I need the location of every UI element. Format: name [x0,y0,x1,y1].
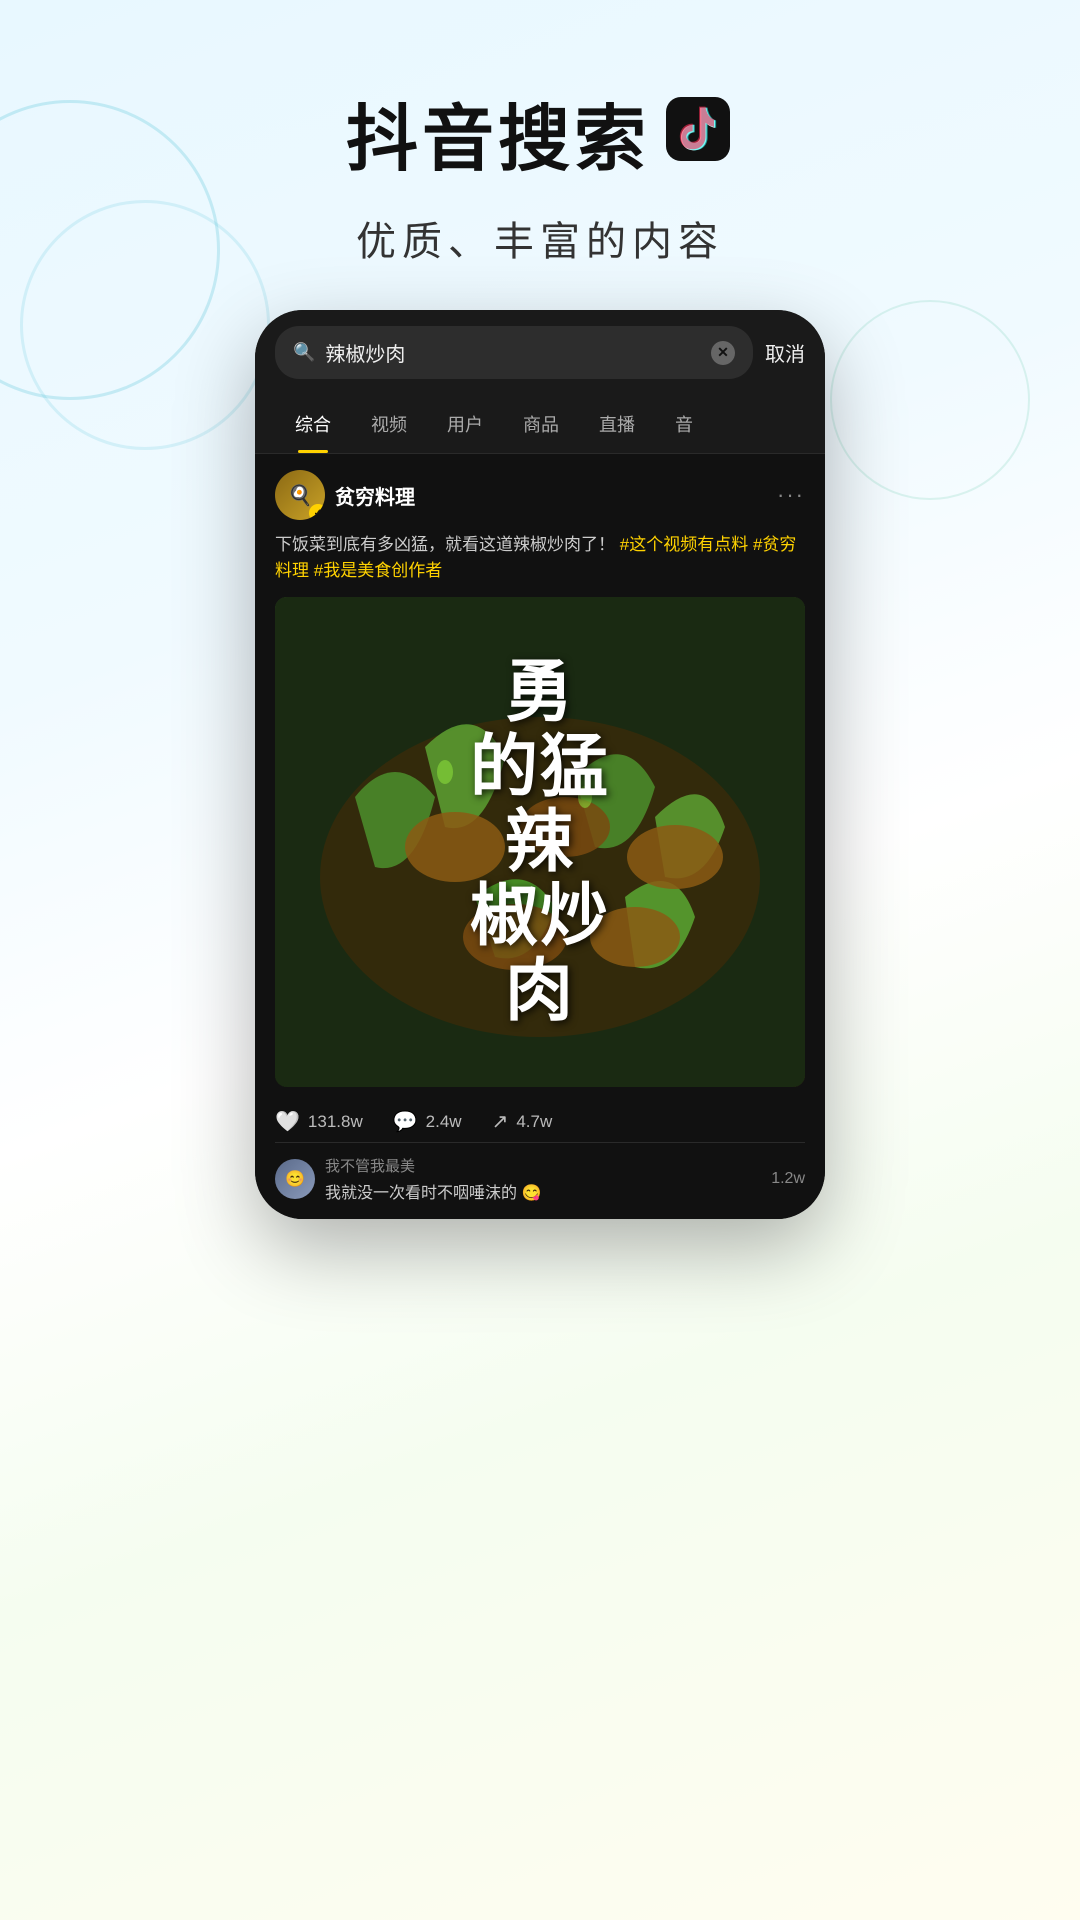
search-bar: 🔍 辣椒炒肉 ✕ 取消 [255,310,825,395]
video-thumbnail[interactable]: 🤍 点赞较多 勇的猛辣椒炒肉 @贫穷料理 [275,597,805,1087]
tab-直播[interactable]: 直播 [579,395,655,453]
search-clear-button[interactable]: ✕ [711,341,735,365]
tabs-row: 综合 视频 用户 商品 直播 音 [255,395,825,454]
shares-count: 4.7w [516,1112,552,1132]
content-area: 🍳 ✓ 贫穷料理 ··· 下饭菜到底有多凶猛，就看这道辣椒炒肉了！ #这个视频有… [255,454,825,1219]
title-row: 抖音搜索 [0,80,1080,185]
comment-count: 1.2w [771,1170,805,1188]
post-desc-text: 下饭菜到底有多凶猛，就看这道辣椒炒肉了！ [275,535,615,554]
comment-username: 我不管我最美 [325,1155,761,1176]
header-area: 抖音搜索 优质、丰富的内容 [0,0,1080,267]
hashtag-3[interactable]: #我是美食创作者 [314,561,442,580]
comment-icon: 💬 [393,1109,418,1134]
stat-likes[interactable]: 🤍 131.8w [275,1109,363,1134]
phone-mockup: 🔍 辣椒炒肉 ✕ 取消 综合 视频 用户 商品 直播 音 [255,310,825,1219]
more-options-button[interactable]: ··· [777,482,805,508]
stat-comments[interactable]: 💬 2.4w [393,1109,462,1134]
verified-badge: ✓ [309,504,325,520]
search-icon: 🔍 [293,342,315,363]
tab-综合[interactable]: 综合 [275,395,351,453]
subtitle: 优质、丰富的内容 [0,209,1080,267]
comment-avatar: 😊 [275,1159,315,1199]
tab-用户[interactable]: 用户 [427,395,503,453]
user-avatar: 🍳 ✓ [275,470,325,520]
like-icon: 🤍 [275,1109,300,1134]
post-description: 下饭菜到底有多凶猛，就看这道辣椒炒肉了！ #这个视频有点料 #贫穷料理 #我是美… [275,532,805,583]
hashtag-1[interactable]: #这个视频有点料 [620,535,748,554]
tab-视频[interactable]: 视频 [351,395,427,453]
comments-count: 2.4w [426,1112,462,1132]
bg-decoration-3 [830,300,1030,500]
app-title: 抖音搜索 [346,80,650,185]
search-cancel-button[interactable]: 取消 [765,338,805,367]
video-title-overlay: 勇的猛辣椒炒肉 [275,597,805,1087]
tab-商品[interactable]: 商品 [503,395,579,453]
comment-body: 我就没一次看时不咽唾沫的 😋 [325,1179,761,1203]
username: 贫穷料理 [335,481,415,510]
post-user-info[interactable]: 🍳 ✓ 贫穷料理 [275,470,415,520]
tab-音[interactable]: 音 [655,395,713,453]
comment-text-column: 我不管我最美 我就没一次看时不咽唾沫的 😋 [325,1155,761,1203]
likes-count: 131.8w [308,1112,363,1132]
stat-shares[interactable]: ↗ 4.7w [492,1109,553,1134]
share-icon: ↗ [492,1109,509,1134]
search-input-wrap[interactable]: 🔍 辣椒炒肉 ✕ [275,326,753,379]
stats-row: 🤍 131.8w 💬 2.4w ↗ 4.7w [275,1101,805,1142]
video-bg: 🤍 点赞较多 勇的猛辣椒炒肉 @贫穷料理 [275,597,805,1087]
post-header: 🍳 ✓ 贫穷料理 ··· [275,470,805,520]
video-title-text: 勇的猛辣椒炒肉 [470,655,610,1029]
tiktok-logo-icon [662,97,734,169]
comment-preview: 😊 我不管我最美 我就没一次看时不咽唾沫的 😋 1.2w [275,1142,805,1203]
search-query-text: 辣椒炒肉 [325,338,701,367]
